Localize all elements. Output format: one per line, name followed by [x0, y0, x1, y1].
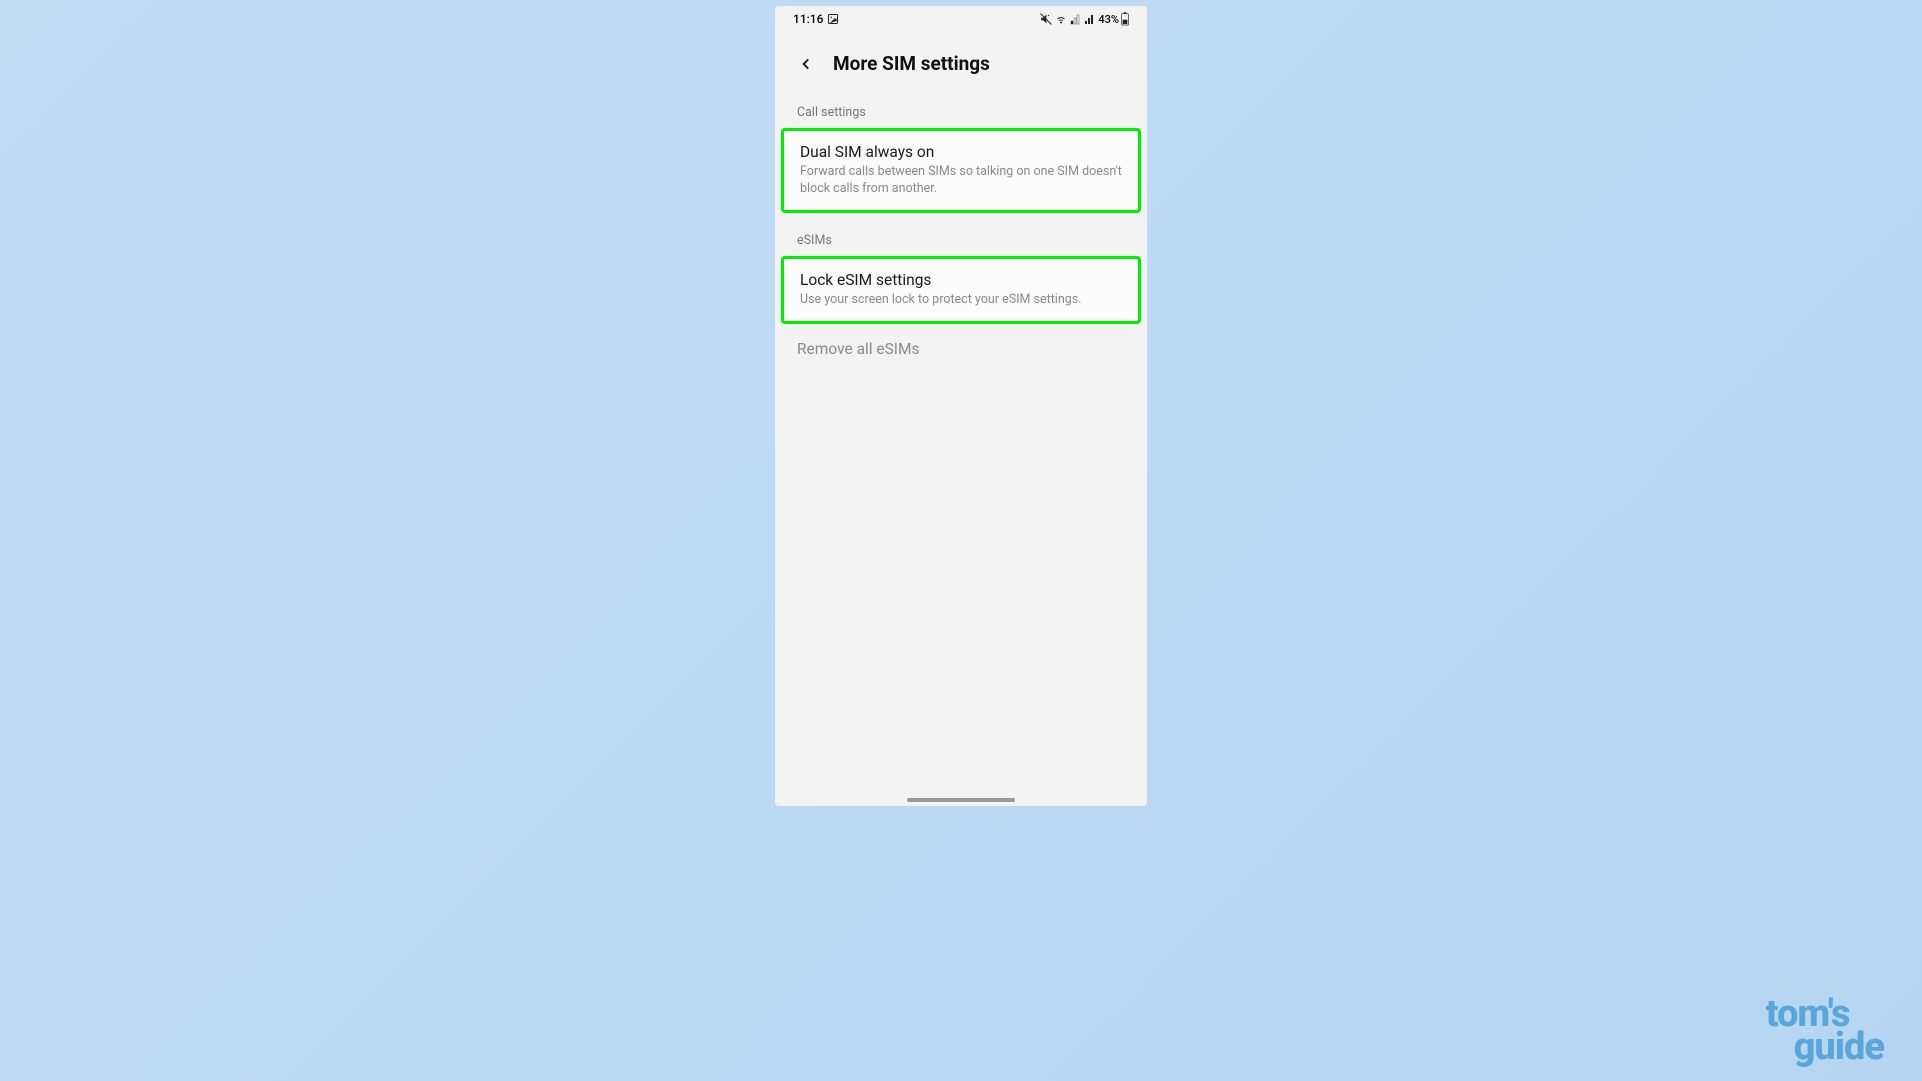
section-label-esims: eSIMs — [775, 213, 1147, 256]
signal-icon-1 — [1070, 13, 1082, 25]
esims-group: Lock eSIM settings Use your screen lock … — [781, 256, 1141, 324]
phone-screenshot: 11:16 43% Mor — [775, 6, 1147, 806]
status-bar: 11:16 43% — [775, 6, 1147, 32]
page-header: More SIM settings — [775, 32, 1147, 85]
toms-guide-logo: tom's guide — [1766, 998, 1884, 1063]
signal-icon-2 — [1084, 13, 1096, 25]
home-indicator[interactable] — [907, 798, 1015, 802]
image-icon — [827, 13, 839, 25]
call-settings-group: Dual SIM always on Forward calls between… — [781, 128, 1141, 213]
dual-sim-title: Dual SIM always on — [800, 143, 1122, 161]
page-title: More SIM settings — [833, 52, 990, 75]
mute-icon — [1040, 13, 1052, 25]
lock-esim-title: Lock eSIM settings — [800, 271, 1122, 289]
status-time: 11:16 — [793, 12, 823, 26]
lock-esim-desc: Use your screen lock to protect your eSI… — [800, 292, 1122, 309]
back-button[interactable] — [797, 55, 815, 73]
wifi-icon — [1054, 13, 1068, 25]
remove-all-esims-title: Remove all eSIMs — [797, 340, 1125, 358]
lock-esim-settings-item[interactable]: Lock eSIM settings Use your screen lock … — [781, 256, 1141, 324]
battery-percent: 43% — [1098, 13, 1119, 26]
dual-sim-always-on-item[interactable]: Dual SIM always on Forward calls between… — [781, 128, 1141, 213]
chevron-left-icon — [797, 55, 815, 73]
dual-sim-desc: Forward calls between SIMs so talking on… — [800, 164, 1122, 198]
battery-icon — [1121, 12, 1129, 26]
remove-all-esims-item[interactable]: Remove all eSIMs — [775, 324, 1147, 374]
section-label-call-settings: Call settings — [775, 85, 1147, 128]
